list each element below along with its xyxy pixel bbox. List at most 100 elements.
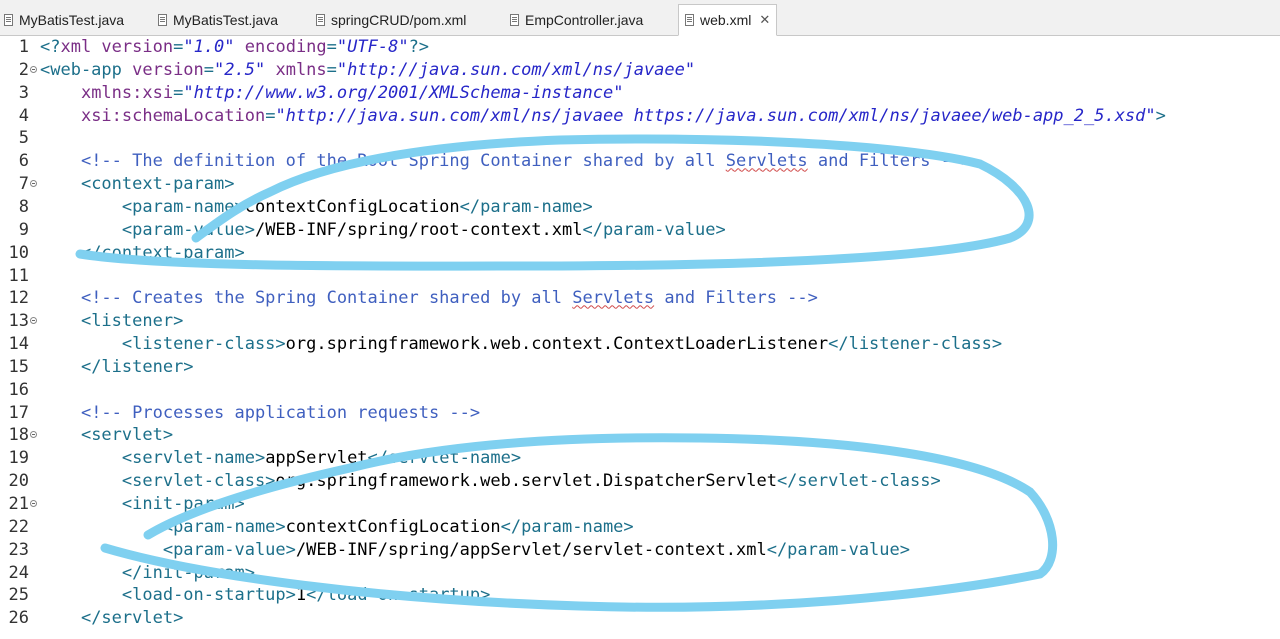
tab-label: EmpController.java bbox=[525, 12, 644, 28]
code-token: contextConfigLocation bbox=[285, 516, 501, 537]
code-line[interactable]: 7 <context-param> bbox=[0, 173, 1280, 196]
code-line[interactable]: 25 <load-on-startup>1</load-on-startup> bbox=[0, 584, 1280, 607]
code-line[interactable]: 8 <param-name>contextConfigLocation</par… bbox=[0, 196, 1280, 219]
code-token: <context-param> bbox=[80, 174, 235, 195]
code-text: <init-param> bbox=[40, 493, 245, 516]
code-line[interactable]: 2 <web-app version="2.5" xmlns="http://ja… bbox=[0, 59, 1280, 82]
line-number: 7 bbox=[18, 174, 29, 195]
code-line[interactable]: 21 <init-param> bbox=[0, 493, 1280, 516]
code-line[interactable]: 15 </listener> bbox=[0, 356, 1280, 379]
code-token: <init-param> bbox=[121, 494, 245, 514]
code-token: <load-on-startup> bbox=[121, 585, 296, 606]
tab-web-xml[interactable]: web.xml ✕ bbox=[678, 4, 778, 36]
code-line[interactable]: 4 xsi:schemaLocation="http://java.sun.co… bbox=[0, 105, 1280, 128]
tab-label: MyBatisTest.java bbox=[19, 12, 125, 28]
code-line[interactable]: 23 <param-value>/WEB-INF/spring/appServl… bbox=[0, 539, 1280, 562]
code-text: <!-- Processes application requests --> bbox=[40, 402, 480, 425]
code-token: </param-name> bbox=[500, 516, 634, 537]
code-line[interactable]: 1 <?xml version="1.0" encoding="UTF-8"?> bbox=[0, 36, 1280, 59]
code-text: <web-app version="2.5" xmlns="http://jav… bbox=[40, 59, 695, 82]
code-token: </listener-class> bbox=[828, 334, 1003, 355]
code-token: = bbox=[326, 59, 337, 80]
code-token: version bbox=[132, 59, 204, 80]
code-token: <? bbox=[40, 37, 61, 57]
code-line[interactable]: 9 <param-value>/WEB-INF/spring/root-cont… bbox=[0, 219, 1280, 242]
code-token: <!-- Creates the Spring Container shared… bbox=[80, 288, 573, 309]
code-line[interactable]: 5 bbox=[0, 127, 1280, 150]
xml-file-icon bbox=[316, 14, 325, 26]
code-text: <load-on-startup>1</load-on-startup> bbox=[40, 584, 490, 607]
code-token: = bbox=[203, 59, 215, 80]
line-number: 2 bbox=[18, 59, 29, 80]
code-line[interactable]: 20 <servlet-class>org.springframework.we… bbox=[0, 470, 1280, 493]
tab-pom-xml[interactable]: springCRUD/pom.xml bbox=[314, 6, 466, 34]
code-token: xmlns bbox=[275, 59, 327, 80]
fold-toggle-icon[interactable] bbox=[30, 317, 37, 325]
code-token: </servlet> bbox=[80, 608, 184, 629]
code-line[interactable]: 24 </init-param> bbox=[0, 562, 1280, 585]
code-token: </load-on-startup> bbox=[306, 585, 491, 606]
code-line[interactable]: 26 </servlet> bbox=[0, 607, 1280, 630]
code-line[interactable]: 3 xmlns:xsi="http://www.w3.org/2001/XMLS… bbox=[0, 82, 1280, 105]
tab-mybatistest-2[interactable]: MyBatisTest.java bbox=[156, 6, 278, 34]
line-number: 4 bbox=[18, 105, 29, 126]
code-line[interactable]: 14 <listener-class>org.springframework.w… bbox=[0, 333, 1280, 356]
code-token: = bbox=[326, 37, 337, 57]
xml-editor[interactable]: 1 <?xml version="1.0" encoding="UTF-8"?> 2… bbox=[0, 35, 1280, 639]
code-token: xsi:schemaLocation bbox=[80, 105, 266, 126]
line-number: 26 bbox=[8, 608, 29, 629]
tab-label: springCRUD/pom.xml bbox=[331, 12, 467, 28]
java-file-icon bbox=[510, 14, 519, 26]
code-line[interactable]: 6 <!-- The definition of the Root Spring… bbox=[0, 150, 1280, 173]
code-line[interactable]: 17 <!-- Processes application requests -… bbox=[0, 402, 1280, 425]
code-token: /WEB-INF/spring/appServlet/servlet-conte… bbox=[295, 539, 767, 560]
code-line[interactable]: 22 <param-name>contextConfigLocation</pa… bbox=[0, 516, 1280, 539]
code-line[interactable]: 10 </context-param> bbox=[0, 242, 1280, 265]
line-number: 23 bbox=[8, 539, 29, 560]
fold-toggle-icon[interactable] bbox=[30, 500, 37, 507]
line-number: 13 bbox=[8, 311, 29, 332]
tab-empcontroller[interactable]: EmpController.java bbox=[508, 6, 643, 34]
code-line[interactable]: 18 <servlet> bbox=[0, 424, 1280, 447]
tab-mybatistest-1[interactable]: MyBatisTest.java bbox=[2, 6, 124, 34]
code-token: </param-name> bbox=[459, 196, 593, 217]
code-text: <!-- The definition of the Root Spring C… bbox=[40, 150, 971, 173]
code-text: <param-name>contextConfigLocation</param… bbox=[40, 196, 593, 219]
code-text: </listener> bbox=[40, 356, 194, 379]
code-token: <!-- Processes application requests --> bbox=[80, 402, 481, 423]
fold-toggle-icon[interactable] bbox=[30, 65, 37, 73]
code-token: appServlet bbox=[265, 448, 368, 469]
tab-label: web.xml bbox=[700, 12, 752, 28]
code-text: <context-param> bbox=[40, 173, 235, 196]
code-text: xsi:schemaLocation="http://java.sun.com/… bbox=[40, 105, 1166, 128]
tab-label: MyBatisTest.java bbox=[173, 12, 279, 28]
fold-toggle-icon[interactable] bbox=[30, 431, 37, 439]
code-line[interactable]: 11 bbox=[0, 265, 1280, 288]
code-text: <!-- Creates the Spring Container shared… bbox=[40, 287, 818, 310]
code-token: org.springframework.web.context.ContextL… bbox=[285, 334, 829, 355]
code-token: encoding bbox=[244, 37, 327, 57]
line-number: 12 bbox=[8, 288, 29, 309]
code-line[interactable]: 13 <listener> bbox=[0, 310, 1280, 333]
code-text: <listener> bbox=[40, 310, 183, 333]
code-token: ?> bbox=[408, 37, 430, 57]
line-number: 8 bbox=[18, 196, 29, 217]
code-token: <param-value> bbox=[162, 539, 296, 560]
code-token: "2.5" bbox=[214, 59, 266, 80]
line-number: 11 bbox=[8, 265, 29, 286]
close-tab-icon[interactable]: ✕ bbox=[759, 12, 770, 28]
code-line[interactable]: 19 <servlet-name>appServlet</servlet-nam… bbox=[0, 447, 1280, 470]
code-token: <web-app bbox=[40, 59, 133, 80]
fold-toggle-icon[interactable] bbox=[30, 180, 37, 188]
code-token: </listener> bbox=[80, 356, 194, 377]
line-number: 17 bbox=[8, 402, 29, 423]
line-number: 19 bbox=[8, 448, 29, 469]
line-number: 5 bbox=[18, 128, 29, 149]
code-text: </context-param> bbox=[40, 242, 245, 265]
code-line[interactable]: 16 bbox=[0, 379, 1280, 402]
code-token: <param-name> bbox=[162, 516, 286, 537]
line-number: 21 bbox=[8, 494, 29, 514]
code-line[interactable]: 12 <!-- Creates the Spring Container sha… bbox=[0, 287, 1280, 310]
code-token: and Filters --> bbox=[807, 151, 972, 172]
